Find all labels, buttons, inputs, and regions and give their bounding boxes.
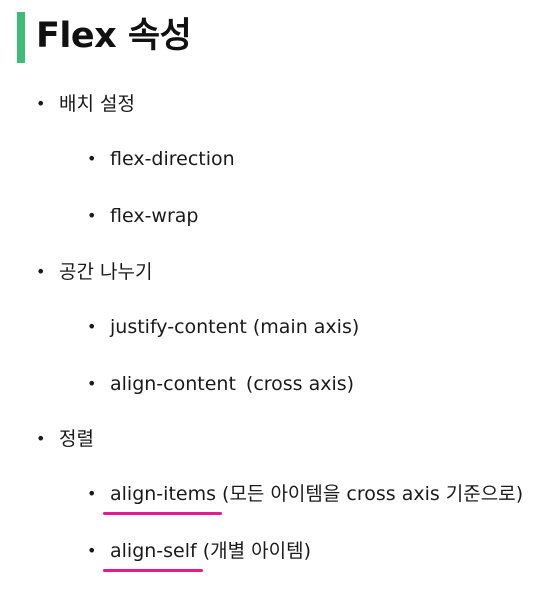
bullet-icon: • [87, 317, 97, 336]
item-note: (모든 아이템을 cross axis 기준으로) [222, 483, 524, 505]
list-item-flex-direction: • flex-direction [87, 146, 235, 172]
section-label: 정렬 [59, 428, 94, 450]
list-item-align-items: • align-items (모든 아이템을 cross axis 기준으로) [87, 481, 524, 515]
section-label: 배치 설정 [59, 93, 135, 115]
item-text: flex-direction [110, 148, 235, 170]
bullet-icon: • [87, 374, 97, 393]
section-heading-spacing: • 공간 나누기 [36, 259, 152, 285]
section-label: 공간 나누기 [59, 261, 153, 283]
list-item-flex-wrap: • flex-wrap [87, 203, 198, 229]
item-text: align-content [110, 373, 236, 395]
section-heading-layout: • 배치 설정 [36, 91, 135, 117]
list-item-align-content: • align-content (cross axis) [87, 371, 354, 397]
bullet-icon: • [36, 262, 46, 281]
list-item-align-self: • align-self (개별 아이템) [87, 538, 312, 572]
item-note: (cross axis) [245, 373, 355, 395]
section-heading-alignment: • 정렬 [36, 426, 94, 452]
item-text: justify-content (main axis) [110, 316, 360, 338]
slide-title: Flex 속성 [36, 16, 192, 56]
bullet-icon: • [87, 149, 97, 168]
highlighted-term: align-items [103, 483, 222, 515]
bullet-icon: • [36, 94, 46, 113]
item-note: (개별 아이템) [202, 540, 312, 562]
bullet-icon: • [87, 484, 97, 503]
bullet-icon: • [87, 206, 97, 225]
title-accent-bar [17, 12, 25, 63]
highlighted-term: align-self [103, 540, 203, 572]
list-item-justify-content: • justify-content (main axis) [87, 314, 359, 340]
item-text: flex-wrap [110, 205, 199, 227]
bullet-icon: • [87, 541, 97, 560]
bullet-icon: • [36, 429, 46, 448]
